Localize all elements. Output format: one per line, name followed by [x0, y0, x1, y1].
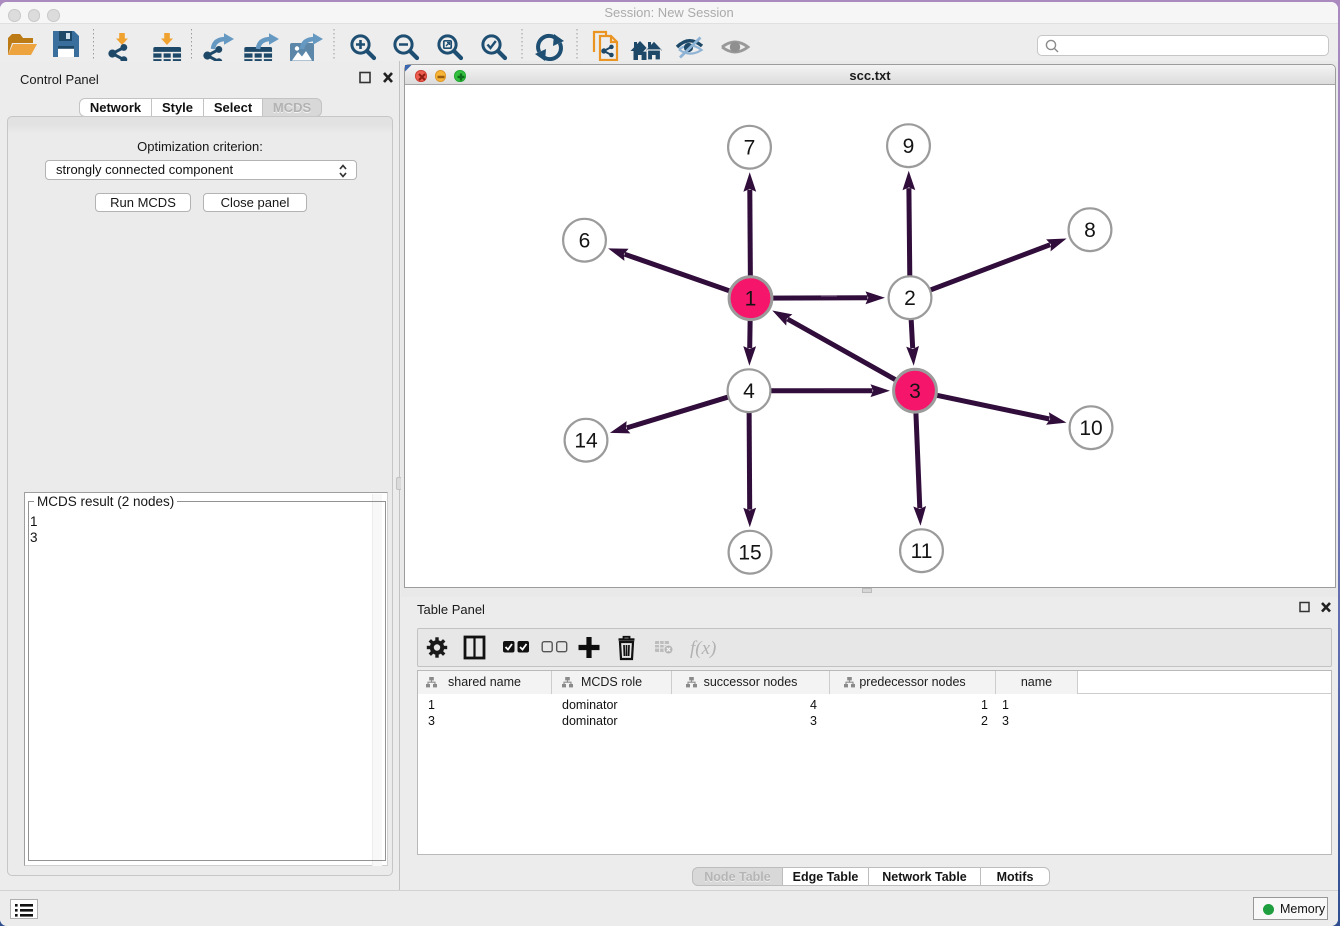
svg-text:6: 6	[579, 230, 591, 253]
svg-text:4: 4	[743, 380, 755, 403]
svg-text:2: 2	[904, 287, 916, 310]
svg-text:7: 7	[744, 137, 756, 160]
svg-text:1: 1	[745, 288, 757, 311]
svg-text:10: 10	[1079, 417, 1102, 440]
svg-text:3: 3	[909, 380, 921, 403]
svg-text:14: 14	[574, 430, 598, 453]
svg-text:11: 11	[911, 540, 933, 563]
svg-text:9: 9	[903, 135, 915, 158]
svg-text:f(x): f(x)	[690, 638, 716, 659]
svg-text:15: 15	[738, 542, 761, 565]
svg-text:8: 8	[1084, 219, 1096, 242]
